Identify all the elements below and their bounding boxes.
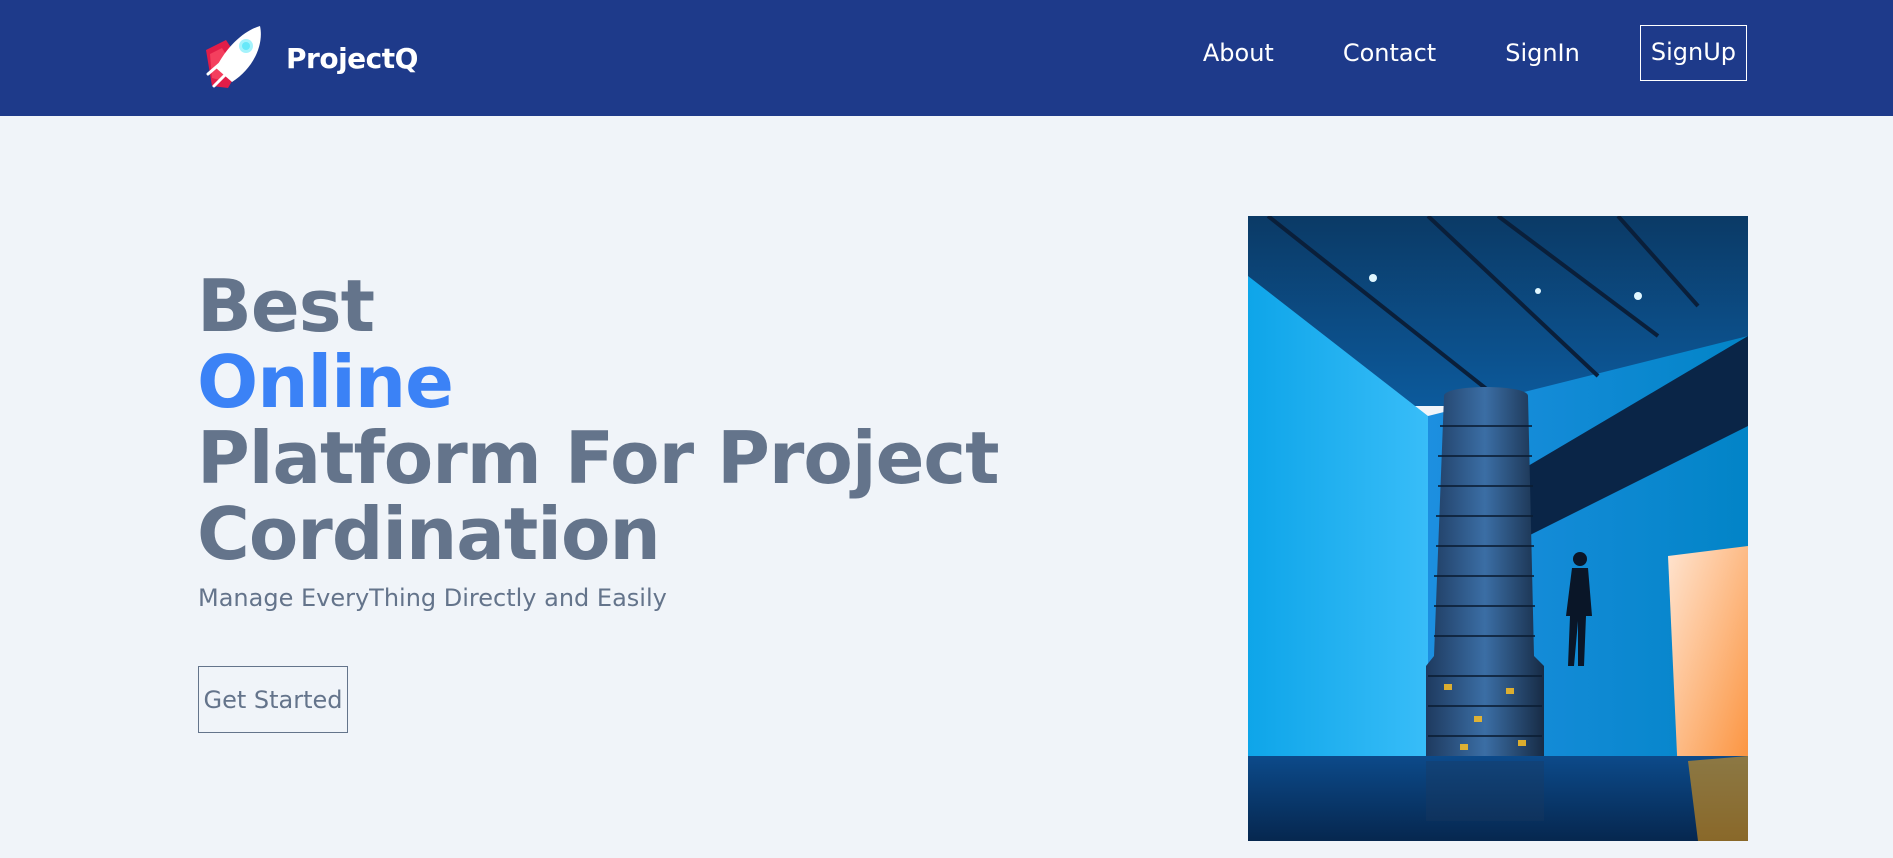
rocket-icon <box>206 26 261 88</box>
hero-image <box>1248 216 1748 841</box>
hero-title-accent: Online <box>197 340 454 424</box>
signup-button[interactable]: SignUp <box>1639 25 1747 81</box>
nav-link-signin[interactable]: SignIn <box>1505 25 1580 81</box>
get-started-button[interactable]: Get Started <box>198 666 348 733</box>
hero-title: Best Online Platform For Project Cordina… <box>197 268 999 572</box>
hero-title-line-1: Best <box>197 264 375 348</box>
hero-title-line-3: Platform For Project <box>197 416 999 500</box>
museum-tower-photo <box>1248 216 1748 841</box>
main-nav: About Contact SignIn SignUp <box>1203 25 1747 81</box>
brand-name: ProjectQ <box>286 41 418 75</box>
top-navbar: ProjectQ About Contact SignIn SignUp <box>0 0 1893 116</box>
hero-title-line-4: Cordination <box>197 492 661 576</box>
nav-link-contact[interactable]: Contact <box>1343 25 1436 81</box>
hero-subtitle: Manage EveryThing Directly and Easily <box>198 584 667 612</box>
nav-link-about[interactable]: About <box>1203 25 1274 81</box>
brand[interactable]: ProjectQ <box>202 24 418 92</box>
